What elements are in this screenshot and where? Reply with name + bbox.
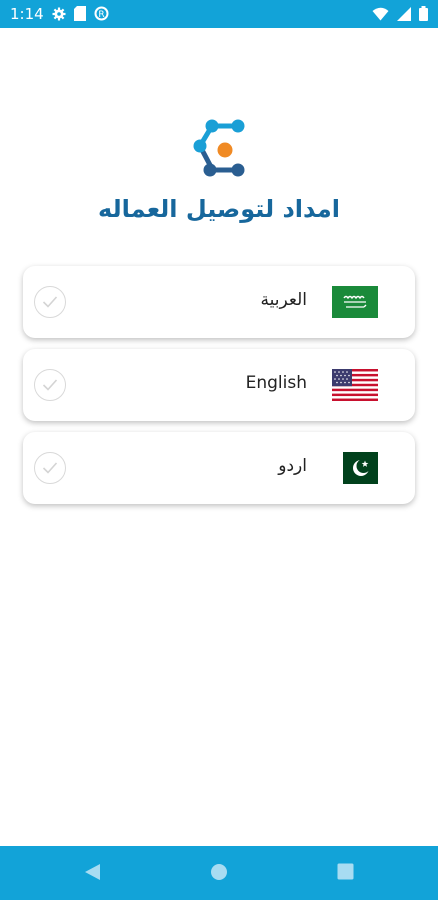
status-icons-left: R	[52, 6, 109, 21]
status-icons-right	[372, 6, 428, 21]
svg-text:R: R	[98, 10, 104, 20]
recents-icon[interactable]	[337, 863, 354, 884]
app-logo	[188, 118, 248, 182]
check-icon	[42, 462, 58, 474]
check-icon	[42, 296, 58, 308]
status-time: 1:14	[10, 5, 44, 23]
united-states-flag-icon	[332, 369, 378, 401]
language-label: العربية	[260, 290, 307, 310]
check-circle[interactable]	[34, 452, 66, 484]
saudi-arabia-flag-icon	[332, 286, 378, 318]
language-option-urdu[interactable]: اردو	[23, 432, 415, 504]
check-circle[interactable]	[34, 286, 66, 318]
data-saver-icon: R	[94, 6, 109, 21]
wifi-icon	[372, 7, 389, 21]
sim-card-icon	[74, 6, 86, 21]
language-option-english[interactable]: English	[23, 349, 415, 421]
back-icon[interactable]	[84, 863, 101, 885]
language-option-arabic[interactable]: العربية	[23, 266, 415, 338]
gear-icon	[52, 7, 66, 21]
check-circle[interactable]	[34, 369, 66, 401]
signal-icon	[397, 6, 411, 21]
pakistan-flag-icon	[332, 452, 378, 484]
language-label: English	[245, 373, 307, 393]
check-icon	[42, 379, 58, 391]
app-title: امداد لتوصيل العماله	[98, 195, 340, 223]
status-bar: 1:14 R	[0, 0, 438, 28]
battery-icon	[419, 6, 428, 21]
language-label: اردو	[278, 456, 307, 476]
navigation-bar	[0, 846, 438, 900]
home-icon[interactable]	[210, 863, 228, 885]
